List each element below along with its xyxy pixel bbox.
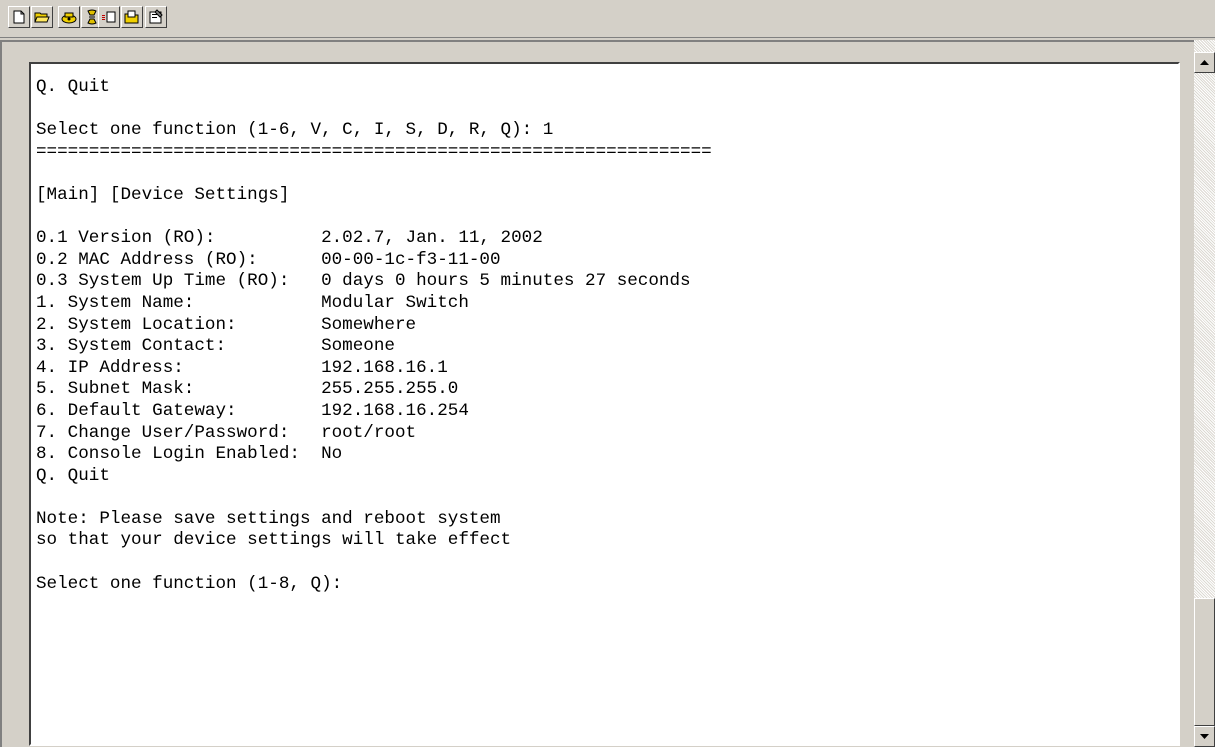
receive-button[interactable] bbox=[121, 6, 143, 28]
scroll-thumb[interactable] bbox=[1194, 598, 1215, 726]
open-button[interactable] bbox=[31, 6, 53, 28]
terminal-line: 0.3 System Up Time (RO): 0 days 0 hours … bbox=[36, 271, 691, 292]
connect-button[interactable] bbox=[58, 6, 80, 28]
terminal-line: Q. Quit bbox=[36, 465, 110, 486]
new-document-icon bbox=[13, 10, 25, 24]
receive-file-icon bbox=[124, 10, 139, 24]
terminal-line: ========================================… bbox=[36, 141, 712, 162]
scroll-down-arrow-icon bbox=[1200, 733, 1209, 739]
toolbar-group-settings bbox=[145, 6, 168, 30]
terminal-line: [Main] [Device Settings] bbox=[36, 184, 290, 205]
scroll-up-button[interactable] bbox=[1194, 52, 1215, 73]
terminal-line: 0.1 Version (RO): 2.02.7, Jan. 11, 2002 bbox=[36, 228, 543, 249]
terminal-line: Q. Quit bbox=[36, 77, 110, 97]
toolbar bbox=[0, 0, 1215, 38]
toolbar-group-transfer bbox=[98, 6, 144, 30]
terminal-line: 1. System Name: Modular Switch bbox=[36, 292, 469, 313]
terminal-line: 6. Default Gateway: 192.168.16.254 bbox=[36, 400, 469, 421]
properties-button[interactable] bbox=[145, 6, 167, 28]
terminal-line: so that your device settings will take e… bbox=[36, 530, 512, 551]
vertical-scrollbar[interactable] bbox=[1194, 40, 1215, 747]
terminal-line: 4. IP Address: 192.168.16.1 bbox=[36, 357, 448, 378]
terminal-line: 0.2 MAC Address (RO): 00-00-1c-f3-11-00 bbox=[36, 249, 501, 270]
terminal-line: Select one function (1-8, Q): bbox=[36, 573, 343, 594]
terminal-line: 7. Change User/Password: root/root bbox=[36, 422, 417, 443]
terminal-line: 3. System Contact: Someone bbox=[36, 336, 395, 357]
open-folder-icon bbox=[34, 12, 50, 23]
terminal-line: Select one function (1-6, V, C, I, S, D,… bbox=[36, 120, 554, 141]
disconnect-icon bbox=[87, 9, 97, 25]
toolbar-group-file bbox=[8, 6, 54, 30]
scroll-down-button[interactable] bbox=[1194, 726, 1215, 747]
scroll-up-arrow-icon bbox=[1200, 59, 1209, 65]
properties-icon bbox=[149, 9, 163, 24]
terminal-output: Q. Quit Select one function (1-6, V, C, I… bbox=[36, 77, 712, 595]
send-file-icon bbox=[102, 11, 116, 23]
terminal-line: Note: Please save settings and reboot sy… bbox=[36, 508, 501, 529]
terminal-screen[interactable]: Q. Quit Select one function (1-6, V, C, I… bbox=[29, 62, 1180, 746]
terminal-line: 8. Console Login Enabled: No bbox=[36, 444, 343, 465]
send-button[interactable] bbox=[98, 6, 120, 28]
connect-phone-icon bbox=[61, 12, 77, 24]
terminal-line: 5. Subnet Mask: 255.255.255.0 bbox=[36, 379, 459, 400]
terminal-line: 2. System Location: Somewhere bbox=[36, 314, 417, 335]
new-button[interactable] bbox=[8, 6, 30, 28]
